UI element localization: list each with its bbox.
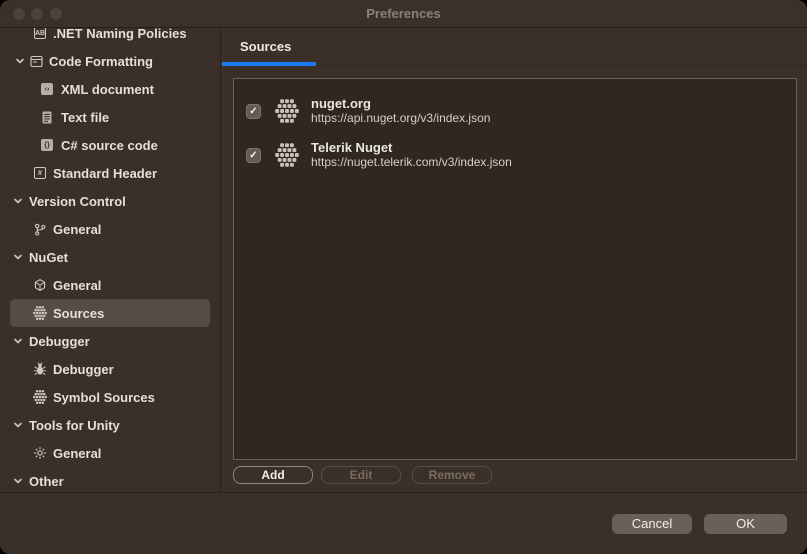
sidebar-item-label: Debugger <box>53 362 114 377</box>
tab-bar: Sources <box>222 28 807 66</box>
sidebar-item-tools-for-unity[interactable]: Tools for Unity <box>10 411 210 439</box>
chevron-down-icon[interactable] <box>13 196 23 206</box>
chevron-down-icon[interactable] <box>13 336 23 346</box>
sidebar-item-csharp-source-code[interactable]: {} C# source code <box>10 131 210 159</box>
edit-button[interactable]: Edit <box>321 466 401 484</box>
sidebar-item-code-formatting[interactable]: Code Formatting <box>10 47 210 75</box>
csharp-source-icon: {} <box>40 138 54 152</box>
sidebar-item-label: Code Formatting <box>49 54 153 69</box>
tab-sources[interactable]: Sources <box>240 28 291 66</box>
branch-icon <box>33 222 47 236</box>
code-formatting-icon <box>29 54 43 68</box>
sidebar-item-label: Debugger <box>29 334 90 349</box>
sidebar-item-label: NuGet <box>29 250 68 265</box>
sidebar-item-net-naming-policies[interactable]: AB .NET Naming Policies <box>10 28 210 47</box>
xml-document-icon: ‹› <box>40 82 54 96</box>
window-title: Preferences <box>0 0 807 28</box>
sidebar-item-nuget-general[interactable]: General <box>10 271 210 299</box>
title-bar: Preferences <box>0 0 807 28</box>
remove-button[interactable]: Remove <box>412 466 492 484</box>
sidebar-item-label: Text file <box>61 110 109 125</box>
sidebar-item-version-control[interactable]: Version Control <box>10 187 210 215</box>
sidebar-item-nuget[interactable]: NuGet <box>10 243 210 271</box>
source-url: https://api.nuget.org/v3/index.json <box>311 111 490 126</box>
sources-list[interactable]: ✓ nuget.org https://api.nuget.org/v3/ind… <box>233 78 797 460</box>
sidebar-tree: AB .NET Naming Policies Code Formatting … <box>0 28 220 492</box>
naming-policies-icon: AB <box>33 28 47 40</box>
add-button[interactable]: Add <box>233 466 313 484</box>
sidebar-item-label: Sources <box>53 306 104 321</box>
source-url: https://nuget.telerik.com/v3/index.json <box>311 155 512 170</box>
gear-icon <box>33 446 47 460</box>
sidebar-item-debugger[interactable]: Debugger <box>10 355 210 383</box>
source-name: nuget.org <box>311 96 490 111</box>
ok-button[interactable]: OK <box>704 514 787 534</box>
sidebar-item-debugger-section[interactable]: Debugger <box>10 327 210 355</box>
sidebar-item-label: .NET Naming Policies <box>53 28 187 41</box>
sidebar-item-label: Tools for Unity <box>29 418 120 433</box>
cancel-button[interactable]: Cancel <box>612 514 692 534</box>
sidebar-item-label: Standard Header <box>53 166 157 181</box>
source-row[interactable]: ✓ Telerik Nuget https://nuget.telerik.co… <box>246 133 796 177</box>
sources-panel: Sources ✓ nuget.org https://api.nuget.or… <box>222 28 807 492</box>
sidebar-item-version-control-general[interactable]: General <box>10 215 210 243</box>
sidebar-item-text-file[interactable]: Text file <box>10 103 210 131</box>
source-name: Telerik Nuget <box>311 140 512 155</box>
sidebar-item-symbol-sources[interactable]: Symbol Sources <box>10 383 210 411</box>
sidebar-item-label: Other <box>29 474 64 489</box>
sidebar-item-label: General <box>53 278 101 293</box>
sidebar-item-unity-general[interactable]: General <box>10 439 210 467</box>
active-tab-indicator <box>222 62 316 66</box>
chevron-down-icon[interactable] <box>15 56 25 66</box>
preferences-window: Preferences AB .NET Naming Policies Code… <box>0 0 807 554</box>
source-row[interactable]: ✓ nuget.org https://api.nuget.org/v3/ind… <box>246 89 796 133</box>
sidebar-item-standard-header[interactable]: # Standard Header <box>10 159 210 187</box>
chevron-down-icon[interactable] <box>13 252 23 262</box>
nuget-dots-icon <box>33 390 47 404</box>
package-cube-icon <box>33 278 47 292</box>
nuget-package-icon <box>275 99 299 123</box>
checkbox-checked[interactable]: ✓ <box>246 148 261 163</box>
checkbox-checked[interactable]: ✓ <box>246 104 261 119</box>
bug-icon <box>33 362 47 376</box>
sidebar-item-label: Symbol Sources <box>53 390 155 405</box>
sidebar-item-label: XML document <box>61 82 154 97</box>
sidebar-item-label: General <box>53 446 101 461</box>
list-actions: Add Edit Remove <box>233 466 492 484</box>
sidebar-item-label: C# source code <box>61 138 158 153</box>
nuget-package-icon <box>275 143 299 167</box>
sidebar-item-label: General <box>53 222 101 237</box>
text-file-icon <box>40 110 54 124</box>
sidebar-item-nuget-sources[interactable]: Sources <box>10 299 210 327</box>
preferences-sidebar: AB .NET Naming Policies Code Formatting … <box>0 28 221 492</box>
chevron-down-icon[interactable] <box>13 476 23 486</box>
chevron-down-icon[interactable] <box>13 420 23 430</box>
sidebar-item-other[interactable]: Other <box>10 467 210 492</box>
sidebar-item-xml-document[interactable]: ‹› XML document <box>10 75 210 103</box>
nuget-dots-icon <box>33 306 47 320</box>
dialog-footer: Cancel OK <box>0 492 807 554</box>
sidebar-item-label: Version Control <box>29 194 126 209</box>
standard-header-icon: # <box>33 166 47 180</box>
